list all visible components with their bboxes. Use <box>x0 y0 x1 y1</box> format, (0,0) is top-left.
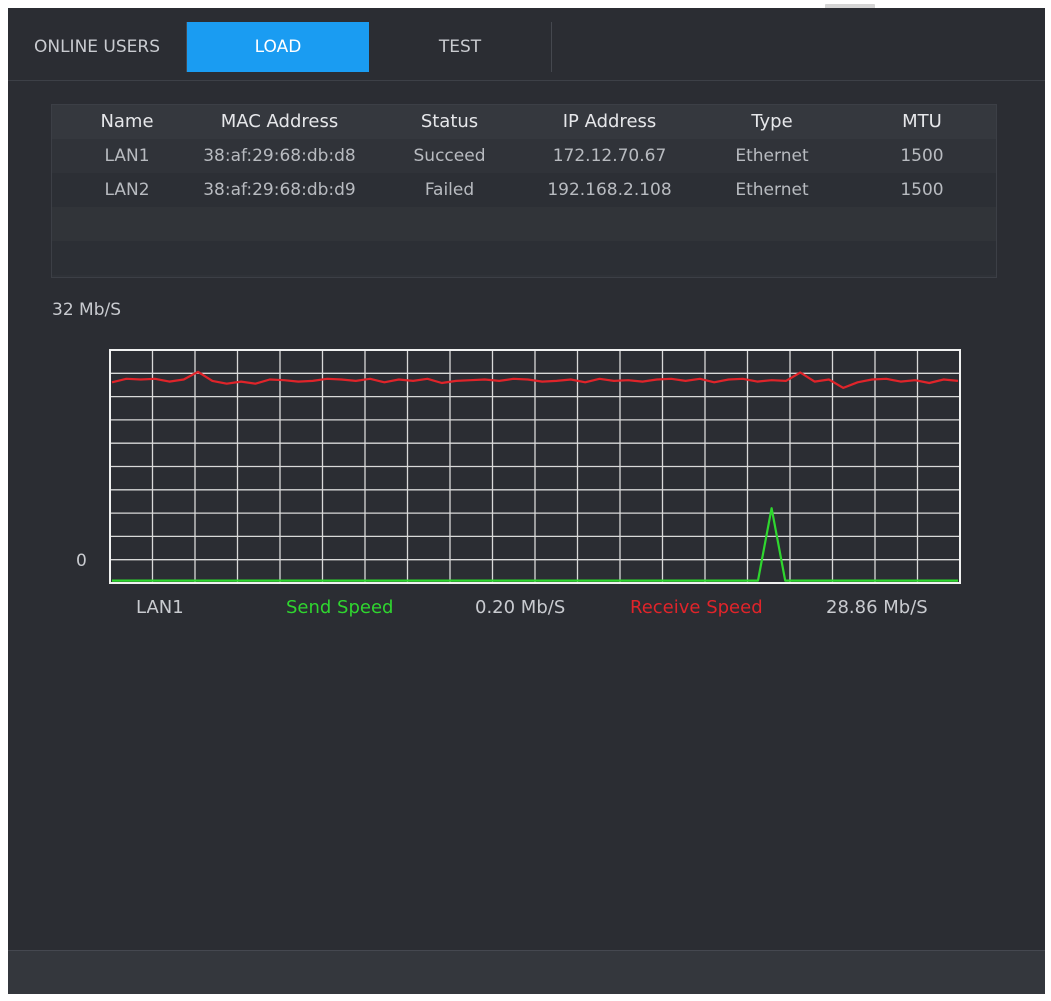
cell-mtu: 1500 <box>900 146 944 166</box>
column-header-status: Status <box>420 111 479 132</box>
column-header-mtu: MTU <box>902 111 942 132</box>
table-row[interactable]: LAN1 38:af:29:68:db:d8 Succeed 172.12.70… <box>52 139 996 173</box>
tab-load[interactable]: LOAD <box>187 22 369 72</box>
cell-name: LAN1 <box>104 146 150 166</box>
send-speed-label: Send Speed <box>286 597 394 618</box>
network-interface-table: Name MAC Address Status IP Address Type … <box>51 104 997 278</box>
cell-name: LAN2 <box>104 180 150 200</box>
receive-speed-label: Receive Speed <box>630 597 763 618</box>
network-load-chart <box>109 349 961 584</box>
footer-bar <box>8 950 1045 994</box>
cell-type: Ethernet <box>735 180 809 200</box>
chart-interface-label: LAN1 <box>136 597 184 618</box>
send-speed-value: 0.20 Mb/S <box>475 597 566 618</box>
chart-zero-label: 0 <box>76 551 87 571</box>
network-load-panel: ONLINE USERS LOAD TEST Name MAC Address … <box>8 8 1045 994</box>
column-header-name: Name <box>100 111 154 132</box>
cell-mtu: 1500 <box>900 180 944 200</box>
table-row[interactable]: LAN2 38:af:29:68:db:d9 Failed 192.168.2.… <box>52 173 996 207</box>
tab-online-users[interactable]: ONLINE USERS <box>8 22 187 72</box>
cell-type: Ethernet <box>735 146 809 166</box>
table-header-row: Name MAC Address Status IP Address Type … <box>52 105 996 139</box>
column-header-mac-address: MAC Address <box>220 111 339 132</box>
column-header-type: Type <box>751 111 793 132</box>
tab-bar: ONLINE USERS LOAD TEST <box>8 22 1045 81</box>
cell-mac-address: 38:af:29:68:db:d8 <box>203 146 356 166</box>
cell-mac-address: 38:af:29:68:db:d9 <box>203 180 356 200</box>
receive-speed-value: 28.86 Mb/S <box>826 597 928 618</box>
cell-status: Failed <box>424 180 475 200</box>
cell-ip-address: 192.168.2.108 <box>547 180 672 200</box>
column-header-ip-address: IP Address <box>562 111 657 132</box>
table-row-empty <box>52 241 996 275</box>
tab-test[interactable]: TEST <box>369 22 552 72</box>
cell-status: Succeed <box>413 146 486 166</box>
chart-max-label: 32 Mb/S <box>52 300 122 320</box>
table-row-empty <box>52 207 996 241</box>
cell-ip-address: 172.12.70.67 <box>552 146 667 166</box>
